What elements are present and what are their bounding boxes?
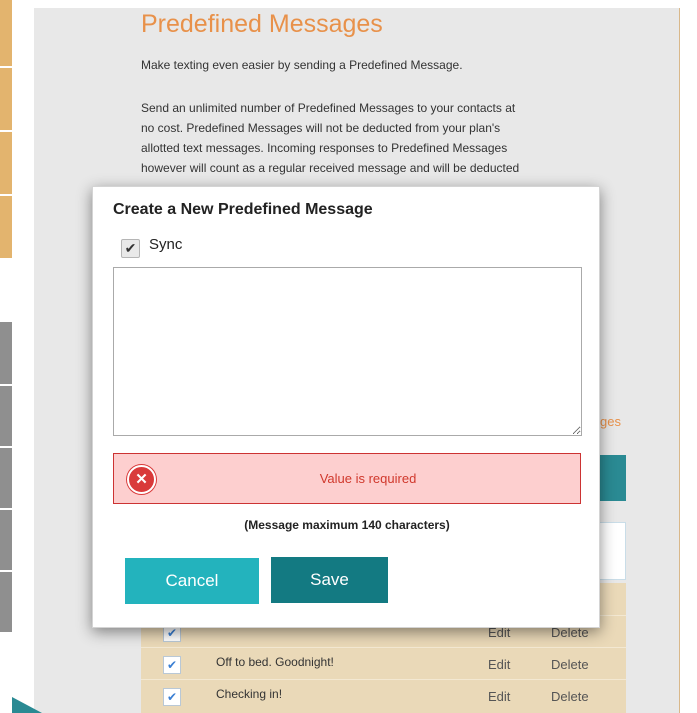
page-title: Predefined Messages (141, 10, 383, 38)
add-message-button-partial[interactable] (598, 455, 626, 501)
left-nav-rail (0, 0, 12, 713)
checkmark-icon: ✔ (124, 240, 137, 256)
delete-link[interactable]: Delete (551, 657, 589, 672)
message-text: Off to bed. Goodnight! (216, 655, 334, 669)
nav-rail-orange-section[interactable] (0, 0, 12, 258)
create-message-dialog: Create a New Predefined Message ✔ Sync ✕… (92, 186, 600, 628)
dialog-title: Create a New Predefined Message (113, 201, 373, 218)
table-row: ✔ Checking in! Edit Delete (141, 679, 626, 711)
validation-error: ✕ Value is required (113, 453, 581, 504)
info-box-partial (598, 522, 626, 580)
message-text: Checking in! (216, 687, 283, 701)
checkmark-icon[interactable]: ✔ (163, 688, 181, 706)
description-line: allotted text messages. Incoming respons… (141, 141, 508, 155)
corner-decoration (12, 697, 42, 713)
message-textarea[interactable] (113, 267, 582, 436)
checkmark-icon[interactable]: ✔ (163, 656, 181, 674)
delete-link[interactable]: Delete (551, 689, 589, 704)
table-row: ✔ Off to bed. Goodnight! Edit Delete (141, 647, 626, 679)
edit-link[interactable]: Edit (488, 657, 510, 672)
description-line: however will count as a regular received… (141, 161, 520, 175)
description-paragraph: Send an unlimited number of Predefined M… (141, 98, 571, 178)
edit-link[interactable]: Edit (488, 689, 510, 704)
intro-text: Make texting even easier by sending a Pr… (141, 58, 463, 72)
nav-rail-gray-section[interactable] (0, 322, 12, 632)
sync-checkbox[interactable]: ✔ (121, 239, 140, 258)
save-button[interactable]: Save (271, 557, 388, 603)
cancel-button[interactable]: Cancel (125, 558, 259, 604)
description-line: Send an unlimited number of Predefined M… (141, 101, 516, 115)
character-limit-note: (Message maximum 140 characters) (244, 518, 450, 532)
manage-messages-link[interactable]: ges (600, 414, 621, 429)
error-text: Value is required (319, 471, 417, 486)
sync-label[interactable]: Sync (149, 236, 182, 253)
description-line: no cost. Predefined Messages will not be… (141, 121, 501, 135)
